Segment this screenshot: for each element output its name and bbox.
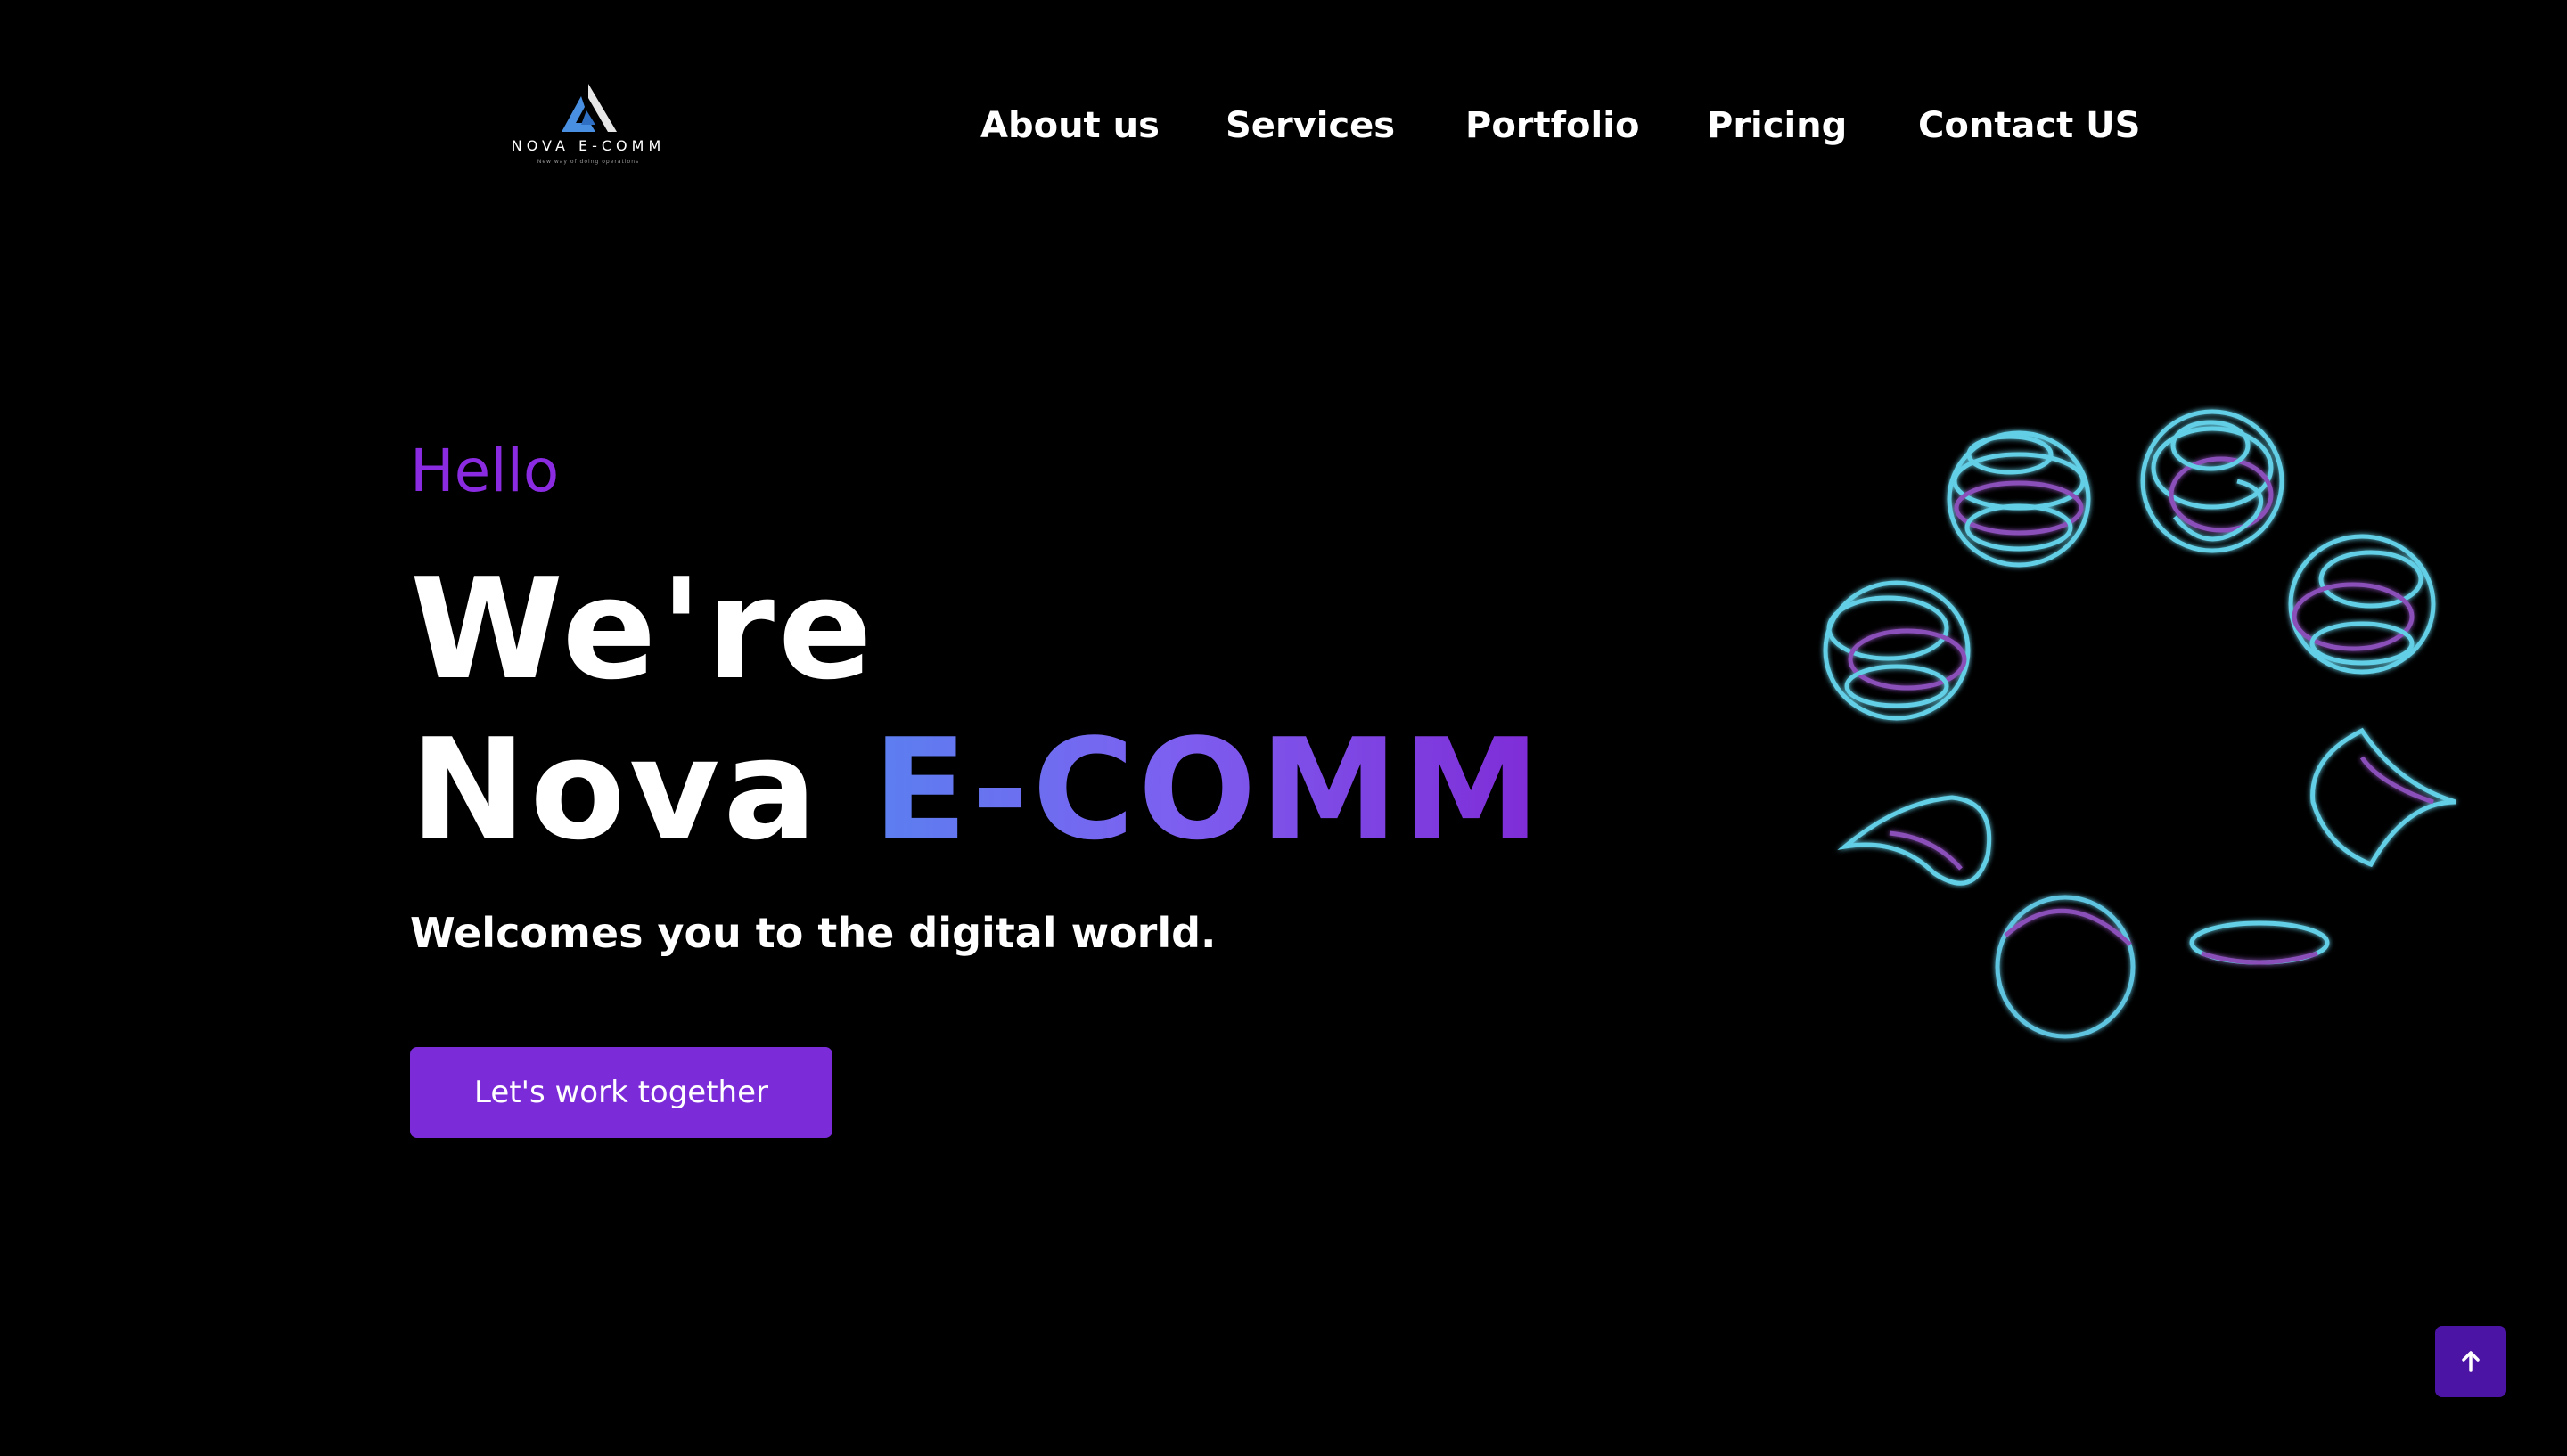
nav-item-pricing[interactable]: Pricing	[1707, 105, 1847, 146]
brand-logo[interactable]: NOVA E-COMM New way of doing operations	[499, 80, 677, 178]
arrow-up-icon	[2462, 1351, 2480, 1372]
spiral-sphere-3	[2288, 534, 2436, 675]
scroll-top-button[interactable]	[2435, 1326, 2506, 1397]
ring-shape	[1995, 895, 2136, 1039]
hero-title-line2: Nova E-COMM	[410, 720, 1544, 859]
hero-title-highlight: E-COMM	[873, 708, 1544, 871]
hero-title-line1: We're	[410, 548, 876, 710]
nav-item-portfolio[interactable]: Portfolio	[1465, 105, 1639, 146]
triangle-logo-icon	[562, 84, 617, 132]
work-together-button[interactable]: Let's work together	[410, 1047, 832, 1138]
spiral-sphere-2	[2140, 409, 2284, 553]
site-header: NOVA E-COMM New way of doing operations …	[0, 0, 2567, 267]
landing-page: NOVA E-COMM New way of doing operations …	[0, 0, 2567, 1456]
nav-item-contact[interactable]: Contact US	[1918, 105, 2140, 146]
nav-item-services[interactable]: Services	[1226, 105, 1395, 146]
brand-tagline: New way of doing operations	[537, 159, 640, 165]
spiral-sphere-1	[1947, 430, 2091, 568]
hero-title-brand: Nova	[410, 708, 821, 871]
decorative-shapes	[1792, 383, 2478, 1064]
hero-subtitle: Welcomes you to the digital world.	[410, 909, 1217, 957]
spiral-sphere-4	[1823, 580, 1971, 721]
hero-greeting: Hello	[410, 437, 560, 505]
curve-shape	[2310, 727, 2456, 868]
brand-name: NOVA E-COMM	[511, 137, 666, 154]
nav-item-about[interactable]: About us	[980, 105, 1160, 146]
